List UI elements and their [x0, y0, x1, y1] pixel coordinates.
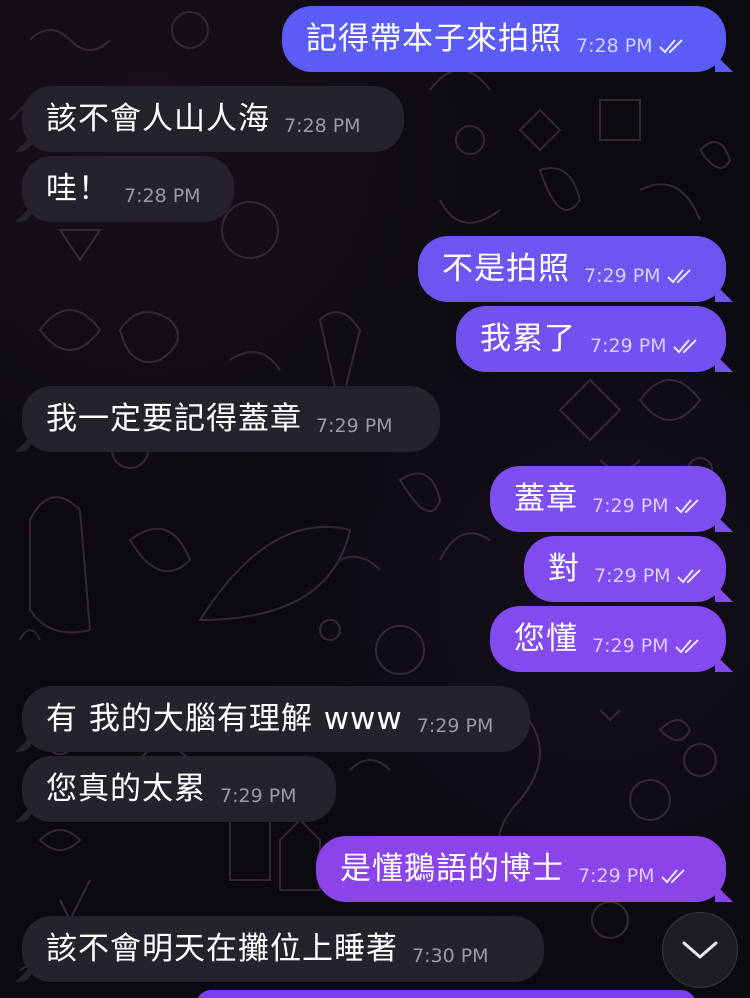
message-time: 7:29 PM [416, 714, 494, 737]
message-meta: 7:29 PM [592, 494, 702, 517]
outgoing-message[interactable]: 您懂 7:29 PM [490, 606, 726, 672]
message-time: 7:28 PM [576, 34, 653, 57]
outgoing-message[interactable]: 對 7:29 PM [524, 536, 726, 602]
message-time: 7:29 PM [592, 494, 669, 517]
message-text: 該不會人山人海 [46, 100, 270, 137]
message-meta: 7:28 PM [284, 114, 361, 137]
message-meta: 7:28 PM [124, 184, 201, 207]
double-check-icon [672, 339, 697, 354]
message-text: 該不會明天在攤位上睡著 [46, 930, 398, 967]
message-text: 蓋章 [514, 480, 578, 517]
message-time: 7:29 PM [220, 784, 297, 807]
message-text: 我累了 [480, 320, 576, 357]
message-meta: 7:29 PM [590, 334, 700, 357]
message-text: 對 [548, 550, 580, 587]
outgoing-message[interactable]: 記得帶本子來拍照 7:28 PM [282, 6, 726, 72]
incoming-message[interactable]: 哇！ 7:28 PM [22, 156, 234, 222]
message-time: 7:29 PM [578, 864, 655, 887]
scroll-to-bottom-button[interactable] [662, 912, 738, 988]
double-check-icon [666, 269, 691, 284]
incoming-message[interactable]: 有 我的大腦有理解 www 7:29 PM [22, 686, 530, 752]
outgoing-message[interactable]: 不是拍照 7:29 PM [418, 236, 726, 302]
message-meta: 7:29 PM [592, 634, 702, 657]
double-check-icon [676, 569, 701, 584]
message-time: 7:29 PM [316, 414, 393, 437]
message-time: 7:29 PM [590, 334, 667, 357]
double-check-icon [674, 639, 699, 654]
message-meta: 7:29 PM [578, 864, 688, 887]
message-text: 是懂鵝語的博士 [340, 850, 564, 887]
message-time: 7:28 PM [124, 184, 201, 207]
message-meta: 7:29 PM [220, 784, 297, 807]
message-meta: 7:29 PM [584, 264, 694, 287]
message-time: 7:29 PM [594, 564, 671, 587]
message-text: 哇！ [46, 170, 110, 207]
message-time: 7:30 PM [412, 944, 489, 967]
incoming-message[interactable]: 該不會人山人海 7:28 PM [22, 86, 404, 152]
chevron-down-icon [682, 941, 718, 959]
incoming-message[interactable]: 您真的太累 7:29 PM [22, 756, 336, 822]
message-time: 7:29 PM [584, 264, 661, 287]
message-meta: 7:29 PM [594, 564, 704, 587]
incoming-message[interactable]: 該不會明天在攤位上睡著 7:30 PM [22, 916, 544, 982]
double-check-icon [660, 869, 685, 884]
message-meta: 7:30 PM [412, 944, 489, 967]
outgoing-message[interactable]: 蓋章 7:29 PM [490, 466, 726, 532]
message-time: 7:28 PM [284, 114, 361, 137]
message-meta: 7:29 PM [416, 714, 494, 737]
message-text: 有 我的大腦有理解 www [46, 700, 403, 737]
message-text: 不是拍照 [442, 250, 570, 287]
message-text: 您懂 [514, 620, 578, 657]
double-check-icon [674, 499, 699, 514]
chat-window: 記得帶本子來拍照 7:28 PM 該不會人山人海 7:28 PM 哇！ 7:28… [0, 0, 750, 998]
message-meta: 7:29 PM [316, 414, 393, 437]
outgoing-message-partial[interactable] [196, 990, 696, 998]
message-text: 我一定要記得蓋章 [46, 400, 302, 437]
message-text: 您真的太累 [46, 770, 206, 807]
outgoing-message[interactable]: 是懂鵝語的博士 7:29 PM [316, 836, 726, 902]
message-meta: 7:28 PM [576, 34, 686, 57]
outgoing-message[interactable]: 我累了 7:29 PM [456, 306, 726, 372]
incoming-message[interactable]: 我一定要記得蓋章 7:29 PM [22, 386, 440, 452]
message-time: 7:29 PM [592, 634, 669, 657]
message-text: 記得帶本子來拍照 [306, 20, 562, 57]
double-check-icon [658, 39, 683, 54]
